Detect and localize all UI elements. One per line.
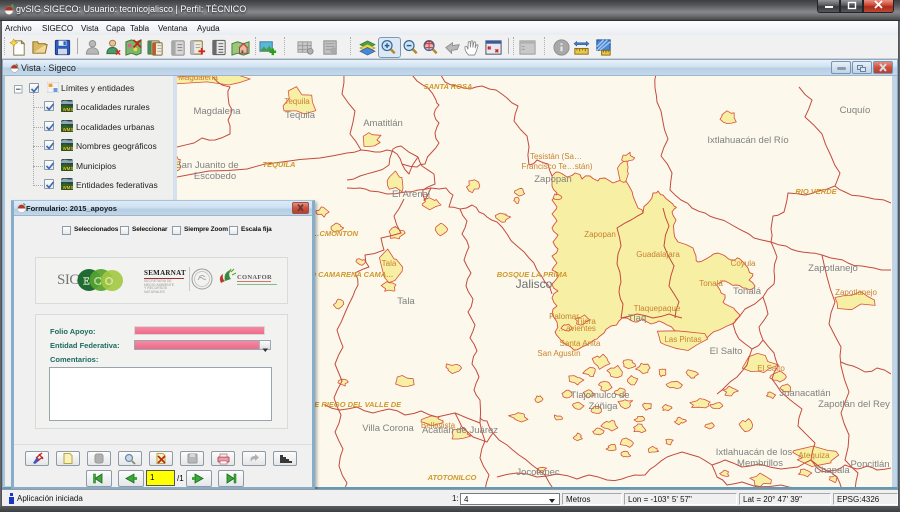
- svg-text:Poncitlán: Poncitlán: [850, 459, 889, 470]
- svg-text:Tequila: Tequila: [284, 97, 310, 106]
- svg-text:…CMONTON: …CMONTON: [312, 229, 359, 238]
- svg-text:Juanacatlán: Juanacatlán: [779, 388, 830, 399]
- svg-text:Santa Anita: Santa Anita: [560, 339, 601, 348]
- svg-text:WMS: WMS: [63, 185, 73, 190]
- svg-text:Jalisco: Jalisco: [516, 277, 553, 291]
- svg-text:Magdalena: Magdalena: [178, 76, 218, 82]
- svg-text:E: E: [83, 276, 90, 288]
- svg-text:Tonalá: Tonalá: [699, 279, 723, 288]
- svg-text:Zapopan: Zapopan: [534, 174, 572, 185]
- svg-text:Ixtlahuacán del Río: Ixtlahuacán del Río: [707, 135, 788, 146]
- svg-text:El Salto: El Salto: [710, 346, 743, 357]
- svg-text:Bellavista: Bellavista: [421, 421, 456, 430]
- svg-text:Jocotepec: Jocotepec: [516, 467, 560, 478]
- svg-text:Atequiza: Atequiza: [798, 451, 830, 460]
- svg-text:Guadalajara: Guadalajara: [636, 250, 680, 259]
- svg-text:Tlaq: Tlaq: [628, 313, 646, 324]
- svg-text:Francisco Te…stán): Francisco Te…stán): [522, 162, 593, 171]
- svg-text:BOSQUE LA PRIMA: BOSQUE LA PRIMA: [497, 270, 568, 279]
- svg-text:SANTA ROSA: SANTA ROSA: [424, 82, 473, 91]
- svg-text:Escobedo: Escobedo: [194, 171, 236, 182]
- svg-text:Palomar: Palomar: [549, 312, 579, 321]
- svg-text:DE RIEGO DEL VALLE DE: DE RIEGO DEL VALLE DE: [309, 400, 402, 409]
- svg-text:ATOTONILCO: ATOTONILCO: [427, 473, 477, 482]
- svg-text:Zapotlanejo: Zapotlanejo: [808, 263, 858, 274]
- svg-text:C: C: [94, 276, 101, 288]
- svg-text:El Salto: El Salto: [757, 364, 785, 373]
- svg-text:Magdalena: Magdalena: [193, 106, 241, 117]
- svg-text:Las Pintas: Las Pintas: [664, 335, 701, 344]
- svg-text:El Arenal: El Arenal: [392, 189, 430, 200]
- svg-text:Coyula: Coyula: [731, 259, 756, 268]
- svg-text:WMS: WMS: [63, 146, 73, 151]
- svg-text:RIO VERDE: RIO VERDE: [795, 187, 837, 196]
- svg-text:WMS: WMS: [63, 107, 73, 112]
- svg-text:San Agustín: San Agustín: [537, 349, 580, 358]
- svg-text:Tonalá: Tonalá: [733, 286, 762, 297]
- svg-text:Ixtlahuacán de los: Ixtlahuacán de los: [716, 447, 793, 458]
- svg-text:Zapotlanejo: Zapotlanejo: [835, 288, 877, 297]
- svg-text:Chapala: Chapala: [814, 465, 850, 476]
- svg-text:Zapopan: Zapopan: [584, 230, 616, 239]
- svg-text:San Juanito de: San Juanito de: [177, 160, 239, 171]
- svg-text:Villa Corona: Villa Corona: [362, 423, 414, 434]
- svg-text:Cuquío: Cuquío: [840, 105, 871, 116]
- svg-text:WMS: WMS: [63, 166, 73, 171]
- svg-text:Tlajomulco de: Tlajomulco de: [570, 390, 629, 401]
- svg-text:WMS: WMS: [63, 127, 73, 132]
- svg-text:Tlaquepaque: Tlaquepaque: [634, 304, 681, 313]
- svg-text:…avientes: …avientes: [558, 324, 596, 333]
- svg-text:TEQUILA: TEQUILA: [263, 160, 296, 169]
- svg-text:O: O: [105, 276, 113, 288]
- svg-text:Tala: Tala: [382, 259, 397, 268]
- svg-text:Tala: Tala: [397, 296, 415, 307]
- svg-text:GO CAMARENA CAMA…: GO CAMARENA CAMA…: [304, 270, 393, 279]
- svg-text:Zapotlán del Rey: Zapotlán del Rey: [818, 399, 890, 410]
- svg-text:Tequila: Tequila: [285, 110, 316, 121]
- svg-text:Amatitlán: Amatitlán: [363, 118, 403, 129]
- svg-text:Zúñiga: Zúñiga: [588, 401, 618, 412]
- svg-text:Membrillos: Membrillos: [737, 458, 783, 469]
- svg-text:Tesistán (Sa…: Tesistán (Sa…: [530, 152, 582, 161]
